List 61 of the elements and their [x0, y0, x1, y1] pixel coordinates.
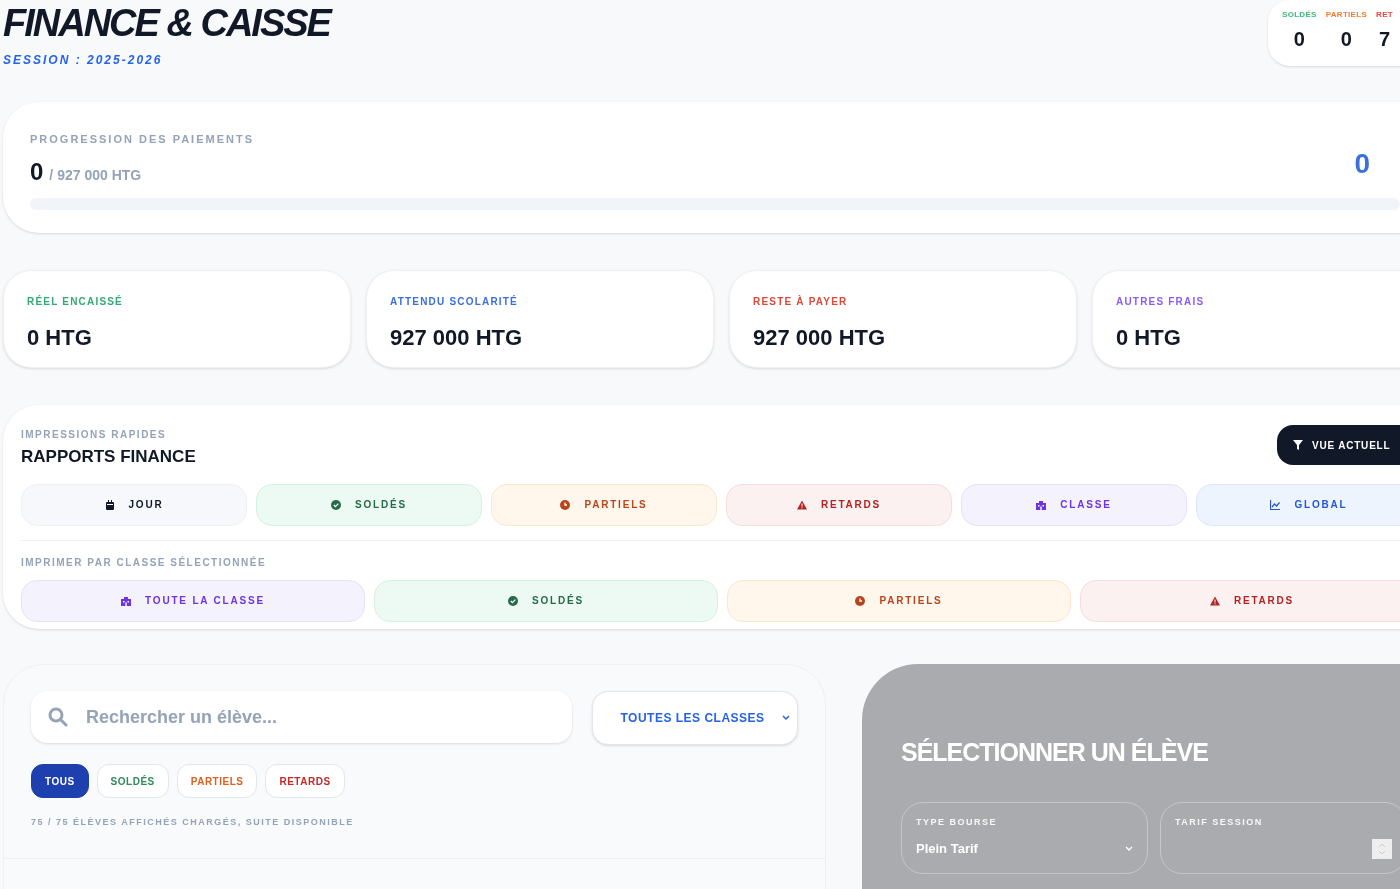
stat-value: 0 HTG [1116, 324, 1182, 352]
stat-value: 927 000 HTG [753, 324, 887, 352]
report-button[interactable]: RETARDS [726, 483, 952, 526]
filter-chip[interactable]: SOLDÉS [96, 764, 169, 798]
section-label: IMPRIMER PAR CLASSE SÉLECTIONNÉE [21, 555, 268, 570]
stat-label: RESTE À PAYER [753, 294, 849, 309]
filter-icon [1293, 440, 1303, 450]
search-field[interactable]: Rechercher un élève... [31, 691, 573, 743]
students-count: 75 / 75 ÉLÈVES AFFICHÉS CHARGÉS, SUITE DISPONIBLE [31, 816, 355, 829]
report-button[interactable]: PARTIELS [491, 483, 717, 526]
reports-eyebrow: IMPRESSIONS RAPIDES [21, 428, 168, 442]
stat-value: 0 HTG [27, 324, 93, 352]
clock-icon [560, 499, 571, 510]
check-circle-icon [508, 595, 519, 606]
check-circle-icon [331, 499, 342, 510]
building-icon [1036, 499, 1047, 510]
summary-label: SOLDÉS [1282, 9, 1317, 21]
field-label: TYPE BOURSE [916, 815, 998, 829]
report-button[interactable]: JOUR [21, 483, 247, 526]
search-icon [48, 707, 68, 727]
clock-icon [855, 595, 866, 606]
chevron-down-icon [1125, 846, 1133, 852]
chart-icon [1270, 499, 1281, 510]
stat-label: RÉEL ENCAISSÉ [27, 294, 124, 309]
filter-chip[interactable]: PARTIELS [176, 764, 258, 798]
page-title: FINANCE & CAISSE [3, 2, 330, 44]
progress-percent: 0 [1354, 147, 1370, 181]
report-button[interactable]: TOUTE LA CLASSE [21, 579, 365, 622]
stat-label: ATTENDU SCOLARITÉ [390, 294, 519, 309]
building-icon [121, 595, 132, 606]
reports-title: RAPPORTS FINANCE [21, 446, 196, 468]
field-value: Plein Tarif [916, 840, 978, 859]
progress-title: PROGRESSION DES PAIEMENTS [30, 132, 254, 147]
chevron-down-icon [782, 715, 790, 721]
detail-title: SÉLECTIONNER UN ÉLÈVE [901, 737, 1209, 768]
summary-label: RET [1376, 9, 1393, 21]
summary-value: 0 [1340, 27, 1352, 52]
stat-label: AUTRES FRAIS [1116, 295, 1206, 309]
report-button[interactable]: SOLDÉS [374, 579, 718, 622]
report-button[interactable]: CLASSE [961, 483, 1187, 526]
paid-amount: 0 [30, 156, 44, 187]
stat-value: 927 000 HTG [390, 324, 524, 352]
class-dropdown[interactable]: TOUTES LES CLASSES [592, 691, 798, 745]
filter-chip[interactable]: RETARDS [265, 764, 345, 798]
summary-value: 7 [1378, 27, 1391, 52]
report-button[interactable]: SOLDÉS [256, 483, 482, 526]
report-button[interactable]: PARTIELS [727, 579, 1071, 622]
warning-icon [1209, 595, 1220, 606]
report-button[interactable]: RETARDS [1080, 579, 1400, 622]
calendar-icon [104, 499, 115, 510]
summary-value: 0 [1293, 27, 1305, 52]
report-button[interactable]: GLOBAL [1196, 483, 1400, 526]
expected-total: / 927 000 HTG [49, 165, 142, 185]
filter-chip[interactable]: TOUS [31, 764, 89, 798]
summary-label: PARTIELS [1325, 9, 1368, 21]
session-label: SESSION : 2025-2026 [3, 52, 164, 69]
spinner-icon [1372, 839, 1392, 859]
warning-icon [796, 499, 807, 510]
field-label: TARIF SESSION [1175, 815, 1264, 829]
search-input[interactable]: Rechercher un élève... [86, 703, 516, 731]
current-view-button[interactable]: VUE ACTUELL [1277, 425, 1400, 465]
